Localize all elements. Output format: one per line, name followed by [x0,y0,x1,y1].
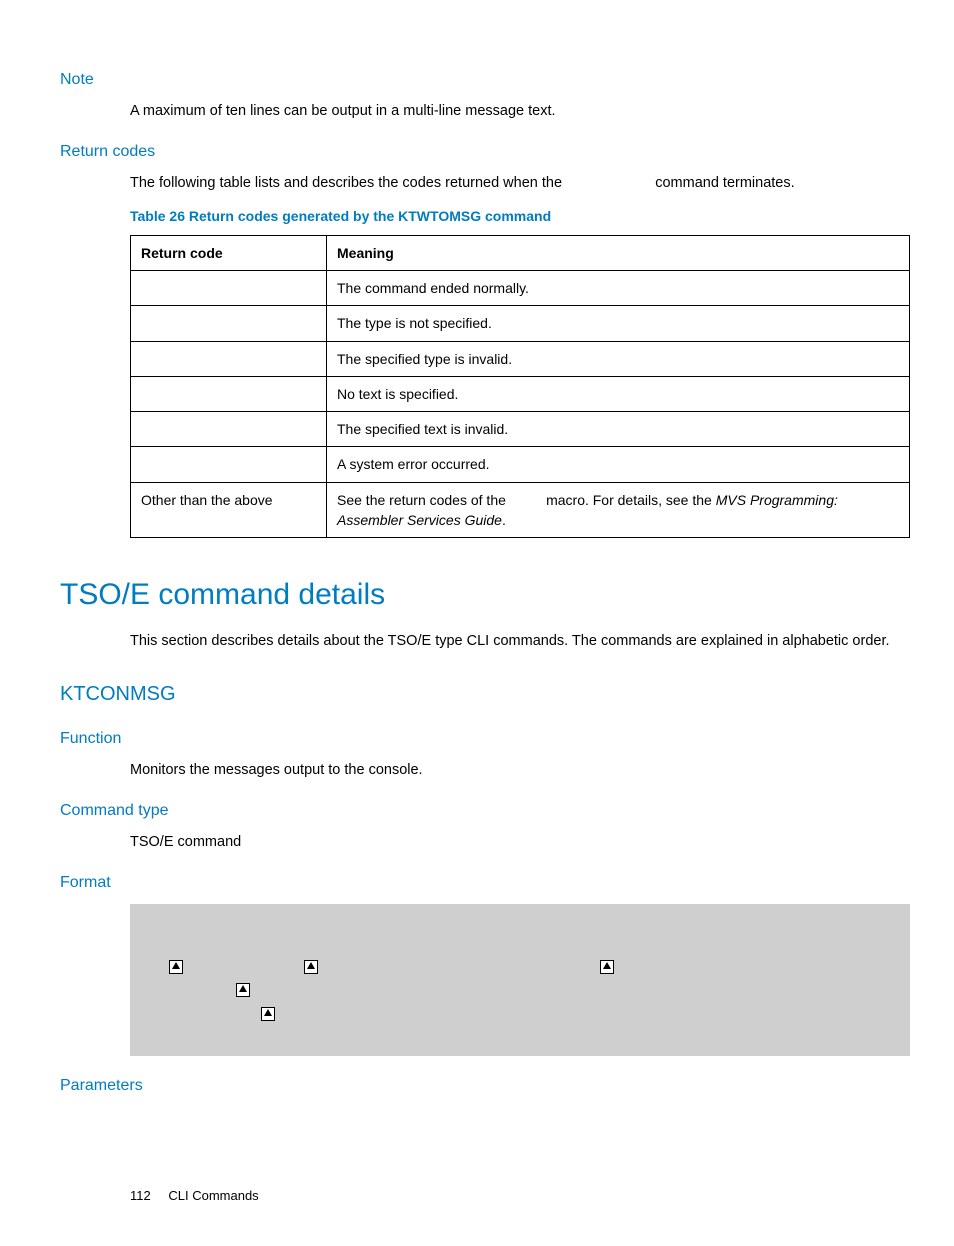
triangle-icon [304,960,318,974]
table-row: No text is specified. [131,376,910,411]
function-heading: Function [60,727,894,750]
format-line [150,956,890,980]
meaning-period: . [502,512,506,528]
format-line [150,980,890,1004]
return-codes-table: Return code Meaning The command ended no… [130,235,910,539]
cell-meaning: The specified type is invalid. [327,341,910,376]
parameters-heading: Parameters [60,1074,894,1097]
format-heading: Format [60,871,894,894]
format-block [130,904,910,1055]
cmdtype-heading: Command type [60,799,894,822]
tsoe-intro: This section describes details about the… [130,631,894,652]
ktconmsg-heading: KTCONMSG [60,680,894,709]
th-meaning: Meaning [327,235,910,270]
cell-code [131,306,327,341]
cell-meaning: The type is not specified. [327,306,910,341]
cell-code [131,271,327,306]
cell-code [131,376,327,411]
cell-code [131,412,327,447]
cell-code [131,447,327,482]
cell-code: Other than the above [131,482,327,538]
cell-meaning: The command ended normally. [327,271,910,306]
return-codes-intro: The following table lists and describes … [130,173,894,194]
triangle-icon [236,983,250,997]
table-row-last: Other than the above See the return code… [131,482,910,538]
cmdtype-text: TSO/E command [130,832,894,853]
tsoe-heading: TSO/E command details [60,573,894,617]
note-heading: Note [60,68,894,91]
meaning-b: macro. For details, see the [542,492,716,508]
triangle-icon [169,960,183,974]
triangle-icon [600,960,614,974]
note-text: A maximum of ten lines can be output in … [130,101,894,122]
return-codes-heading: Return codes [60,140,894,163]
table-row: The specified text is invalid. [131,412,910,447]
meaning-gap: WTO [510,492,542,508]
table-header-row: Return code Meaning [131,235,910,270]
cell-meaning: See the return codes of the WTO macro. F… [327,482,910,538]
table-row: A system error occurred. [131,447,910,482]
format-line [150,1004,890,1028]
rc-intro-a: The following table lists and describes … [130,175,566,191]
cell-meaning: The specified text is invalid. [327,412,910,447]
cell-code [131,341,327,376]
page-footer: 112 CLI Commands [130,1187,894,1206]
table-row: The command ended normally. [131,271,910,306]
page-number: 112 [130,1187,151,1206]
triangle-icon [261,1007,275,1021]
function-text: Monitors the messages output to the cons… [130,760,894,781]
rc-intro-gap: KTWTOMSG [566,175,651,191]
cell-meaning: No text is specified. [327,376,910,411]
rc-intro-b: command terminates. [655,175,794,191]
table-row: The type is not specified. [131,306,910,341]
th-code: Return code [131,235,327,270]
footer-section: CLI Commands [168,1188,258,1203]
table-row: The specified type is invalid. [131,341,910,376]
meaning-a: See the return codes of the [337,492,510,508]
cell-meaning: A system error occurred. [327,447,910,482]
format-line-blank [150,932,890,956]
table-caption: Table 26 Return codes generated by the K… [130,206,894,226]
